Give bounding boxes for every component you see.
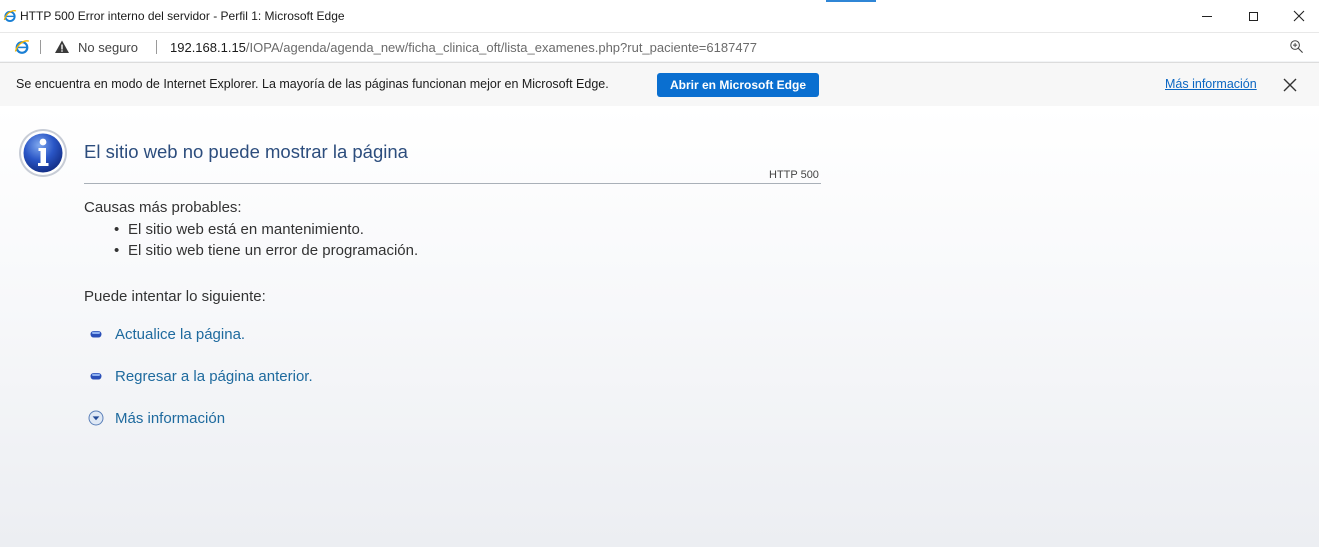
close-icon <box>1293 10 1305 22</box>
error-page-content: El sitio web no puede mostrar la página … <box>0 106 1319 547</box>
causes-heading: Causas más probables: <box>84 199 242 216</box>
blue-bullet-icon <box>90 331 102 338</box>
open-in-edge-button[interactable]: Abrir en Microsoft Edge <box>657 73 819 97</box>
title-bar-accent <box>826 0 876 2</box>
address-separator <box>40 40 41 54</box>
window-title: HTTP 500 Error interno del servidor - Pe… <box>20 9 345 23</box>
bullet-icon: • <box>114 221 120 238</box>
refresh-page-label[interactable]: Actualice la página. <box>115 326 245 343</box>
security-status[interactable]: No seguro <box>78 40 138 55</box>
internet-explorer-icon <box>3 10 17 23</box>
close-icon[interactable] <box>1282 77 1298 93</box>
ie-mode-infobar: Se encuentra en modo de Internet Explore… <box>0 62 1319 107</box>
url-path: /IOPA/agenda/agenda_new/ficha_clinica_of… <box>245 40 758 55</box>
infobar-message: Se encuentra en modo de Internet Explore… <box>16 77 609 91</box>
address-bar: No seguro 192.168.1.15/IOPA/agenda/agend… <box>0 33 1319 61</box>
blue-bullet-icon <box>90 373 102 380</box>
go-back-label[interactable]: Regresar a la página anterior. <box>115 368 313 385</box>
title-divider <box>84 183 821 184</box>
window-title-bar: HTTP 500 Error interno del servidor - Pe… <box>0 0 1319 33</box>
minimize-icon <box>1202 15 1212 17</box>
more-information-label[interactable]: Más información <box>115 410 225 427</box>
zoom-icon[interactable] <box>1289 39 1304 54</box>
cause-text: El sitio web está en mantenimiento. <box>128 221 364 238</box>
url-field[interactable]: 192.168.1.15/IOPA/agenda/agenda_new/fich… <box>170 40 757 55</box>
close-window-button[interactable] <box>1276 0 1319 32</box>
minimize-button[interactable] <box>1184 0 1230 32</box>
address-separator <box>156 40 157 54</box>
cause-text: El sitio web tiene un error de programac… <box>128 242 419 259</box>
maximize-icon <box>1248 11 1258 21</box>
url-host: 192.168.1.15 <box>170 40 246 55</box>
warning-icon[interactable] <box>54 39 70 55</box>
cause-item: • El sitio web está en mantenimiento. <box>114 221 364 238</box>
bullet-icon: • <box>114 242 120 259</box>
info-icon <box>19 129 67 177</box>
http-status-code: HTTP 500 <box>769 169 819 181</box>
page-title: El sitio web no puede mostrar la página <box>84 141 408 162</box>
infobar-more-info-link[interactable]: Más información <box>1165 77 1257 91</box>
cause-item: • El sitio web tiene un error de programa… <box>114 242 418 259</box>
maximize-button[interactable] <box>1230 0 1276 32</box>
chevron-down-icon <box>88 410 104 426</box>
suggestions-heading: Puede intentar lo siguiente: <box>84 288 266 305</box>
internet-explorer-mode-icon[interactable] <box>14 39 30 55</box>
